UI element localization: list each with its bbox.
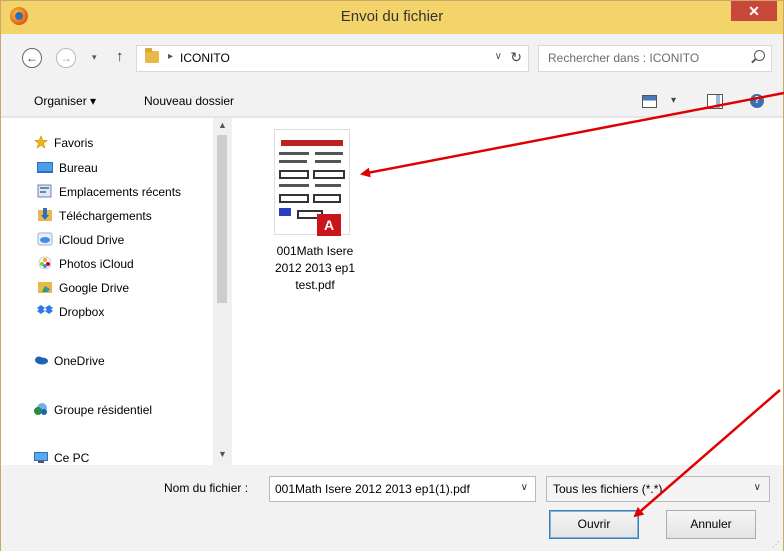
pdf-icon: A	[317, 214, 341, 236]
file-dialog-window: Envoi du fichier ✕ ← → ▾ ↑ ▸ ICONITO ∨ ↻…	[0, 0, 784, 551]
filename-field[interactable]: 001Math Isere 2012 2013 ep1(1).pdf ∨	[269, 476, 536, 502]
downloads-icon	[38, 208, 52, 221]
filename-dropdown-icon[interactable]: ∨	[521, 482, 528, 493]
bottom-panel: Nom du fichier : 001Math Isere 2012 2013…	[1, 465, 783, 551]
window-title: Envoi du fichier	[340, 8, 444, 25]
folder-icon	[145, 48, 159, 63]
search-placeholder: Rechercher dans : ICONITO	[548, 51, 700, 65]
dropbox-icon	[37, 305, 53, 314]
sidebar-item-desktop[interactable]: Bureau	[1, 158, 213, 178]
resize-grip[interactable]: ⋰	[772, 540, 780, 549]
search-icon[interactable]	[754, 50, 765, 61]
sidebar-item-icloud-drive[interactable]: iCloud Drive	[1, 230, 213, 250]
help-icon[interactable]: ?	[750, 94, 764, 108]
view-options-chevron-down-icon[interactable]: ▾	[671, 95, 676, 106]
sidebar-item-label: Photos iCloud	[59, 257, 134, 271]
sidebar-item-label: Bureau	[59, 161, 98, 175]
sidebar-item-favorites[interactable]: Favoris	[1, 133, 213, 153]
scroll-down-icon[interactable]: ▼	[218, 449, 227, 459]
icloud-icon	[37, 232, 53, 246]
sidebar-item-onedrive[interactable]: OneDrive	[1, 351, 213, 371]
cancel-button[interactable]: Annuler	[666, 510, 756, 539]
file-name-line: test.pdf	[295, 278, 335, 292]
sidebar-item-downloads[interactable]: Téléchargements	[1, 206, 213, 226]
sidebar-item-label: Google Drive	[59, 281, 130, 295]
scroll-up-icon[interactable]: ▲	[218, 120, 227, 130]
filetype-select[interactable]: Tous les fichiers (*.*) ∨	[546, 476, 770, 502]
file-name-line: 001Math Isere	[276, 244, 354, 258]
sidebar-item-label: iCloud Drive	[59, 233, 125, 247]
breadcrumb-folder[interactable]: ICONITO	[180, 51, 230, 65]
sidebar-scrollbar[interactable]: ▲ ▼	[213, 118, 231, 466]
recent-places-icon	[37, 184, 52, 198]
command-toolbar: Organiser ▾ Nouveau dossier ▾ ?	[1, 87, 783, 117]
file-name: 001Math Isere 2012 2013 ep1 test.pdf	[260, 243, 370, 294]
filetype-dropdown-icon[interactable]: ∨	[754, 482, 761, 493]
forward-button[interactable]: →	[56, 48, 76, 68]
organize-menu-button[interactable]: Organiser ▾	[34, 94, 96, 108]
preview-pane-icon[interactable]	[707, 94, 723, 109]
filetype-value: Tous les fichiers (*.*)	[553, 482, 663, 496]
sidebar-item-label: Ce PC	[54, 451, 90, 465]
address-row: ← → ▾ ↑ ▸ ICONITO ∨ ↻ Rechercher dans : …	[1, 34, 783, 87]
sidebar-item-recent[interactable]: Emplacements récents	[1, 182, 213, 202]
new-folder-button[interactable]: Nouveau dossier	[144, 94, 234, 108]
sidebar-item-label: Groupe résidentiel	[54, 403, 153, 417]
filename-label: Nom du fichier :	[164, 481, 249, 495]
title-bar: Envoi du fichier ✕	[1, 1, 783, 34]
sidebar-item-label: OneDrive	[54, 354, 105, 368]
up-folder-button[interactable]: ↑	[116, 48, 124, 65]
back-button[interactable]: ←	[22, 48, 42, 68]
sidebar-item-label: Favoris	[54, 136, 94, 150]
file-list: A 001Math Isere 2012 2013 ep1 test.pdf	[232, 117, 783, 466]
breadcrumb-separator[interactable]: ▸	[168, 51, 173, 62]
navigation-pane: Favoris Bureau Emplacements récents Télé…	[1, 117, 231, 466]
sidebar-item-icloud-photos[interactable]: Photos iCloud	[1, 254, 213, 274]
refresh-button[interactable]: ↻	[510, 49, 522, 66]
computer-icon	[34, 452, 48, 463]
photos-icon	[38, 256, 52, 270]
desktop-icon	[37, 162, 53, 173]
search-input[interactable]: Rechercher dans : ICONITO	[538, 45, 772, 72]
google-drive-icon	[38, 282, 52, 293]
change-view-icon[interactable]	[642, 95, 657, 108]
sidebar-item-label: Dropbox	[59, 305, 105, 319]
sidebar-item-homegroup[interactable]: Groupe résidentiel	[1, 400, 213, 420]
sidebar-item-google-drive[interactable]: Google Drive	[1, 278, 213, 298]
scrollbar-thumb[interactable]	[217, 135, 227, 303]
open-button[interactable]: Ouvrir	[549, 510, 639, 539]
close-button[interactable]: ✕	[731, 1, 777, 21]
star-icon	[34, 135, 48, 149]
address-bar[interactable]: ▸ ICONITO ∨ ↻	[136, 45, 529, 72]
filename-value: 001Math Isere 2012 2013 ep1(1).pdf	[275, 482, 470, 496]
sidebar-item-label: Téléchargements	[59, 209, 152, 223]
file-item-pdf[interactable]: A 001Math Isere 2012 2013 ep1 test.pdf	[260, 127, 370, 302]
homegroup-icon	[34, 403, 47, 415]
sidebar-item-label: Emplacements récents	[59, 185, 182, 199]
recent-locations-chevron-down-icon[interactable]: ▾	[92, 52, 97, 63]
address-dropdown-icon[interactable]: ∨	[495, 51, 502, 62]
file-name-line: 2012 2013 ep1	[274, 261, 356, 275]
sidebar-item-dropbox[interactable]: Dropbox	[1, 302, 213, 322]
onedrive-icon	[35, 356, 48, 365]
